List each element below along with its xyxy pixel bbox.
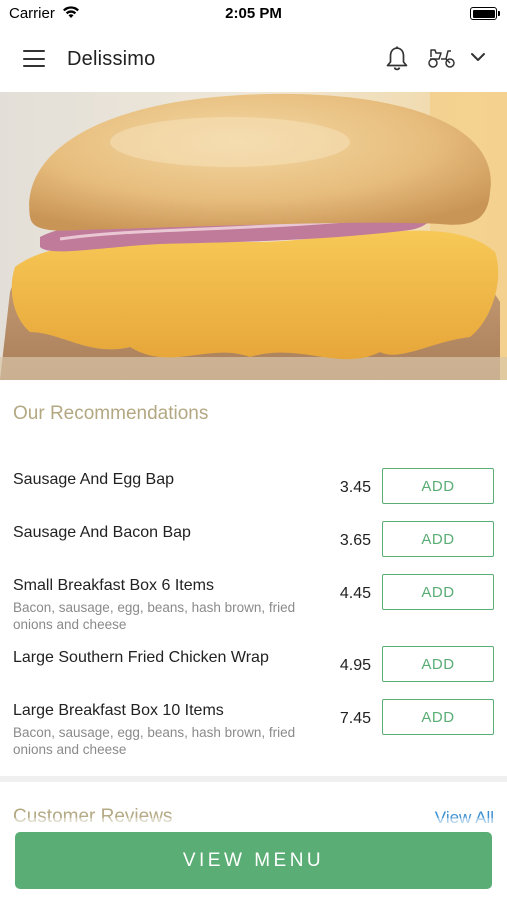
menu-icon[interactable] — [23, 50, 45, 67]
item-name: Sausage And Egg Bap — [13, 471, 175, 488]
clock: 2:05 PM — [225, 5, 282, 22]
add-button[interactable]: ADD — [382, 646, 494, 682]
app-header: Delissimo — [0, 28, 507, 92]
item-name: Small Breakfast Box 6 Items — [13, 577, 214, 594]
section-divider — [0, 776, 507, 782]
battery-icon — [470, 7, 500, 20]
burger-illustration — [0, 92, 507, 380]
item-name: Large Southern Fried Chicken Wrap — [13, 649, 269, 666]
recommendations-title: Our Recommendations — [13, 403, 209, 424]
add-button[interactable]: ADD — [382, 521, 494, 557]
add-button[interactable]: ADD — [382, 699, 494, 735]
item-name: Sausage And Bacon Bap — [13, 524, 191, 541]
add-button[interactable]: ADD — [382, 468, 494, 504]
item-price: 3.65 — [339, 532, 371, 549]
status-bar: Carrier 2:05 PM — [0, 0, 507, 28]
item-description: Bacon, sausage, egg, beans, hash brown, … — [13, 600, 296, 632]
app-title: Delissimo — [67, 48, 156, 70]
item-price: 7.45 — [339, 710, 371, 727]
scooter-icon[interactable] — [427, 46, 457, 70]
chevron-down-icon[interactable] — [470, 52, 486, 62]
item-description: Bacon, sausage, egg, beans, hash brown, … — [13, 725, 296, 757]
item-price: 4.95 — [339, 657, 371, 674]
view-menu-button[interactable]: VIEW MENU — [15, 832, 492, 889]
bell-icon[interactable] — [384, 44, 410, 72]
hero-image — [0, 92, 507, 380]
item-name: Large Breakfast Box 10 Items — [13, 702, 224, 719]
add-button[interactable]: ADD — [382, 574, 494, 610]
item-price: 4.45 — [339, 585, 371, 602]
item-price: 3.45 — [339, 479, 371, 496]
